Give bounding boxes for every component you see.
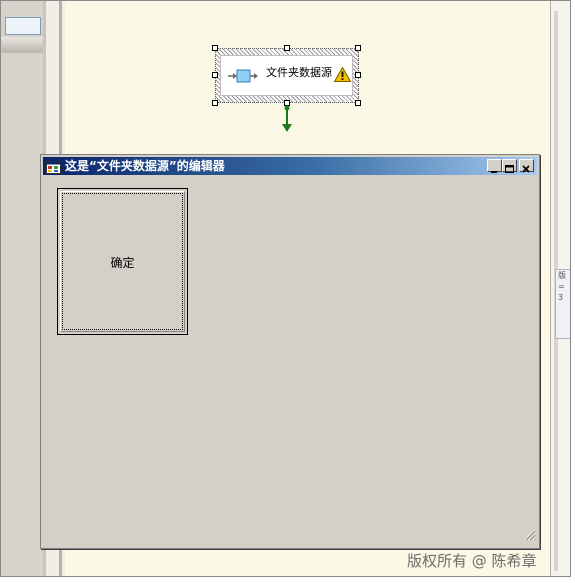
resize-handle[interactable] <box>212 100 218 106</box>
folder-data-source-component[interactable]: 文件夹数据源 <box>220 55 353 96</box>
data-source-icon <box>228 68 258 88</box>
window-app-icon <box>46 159 61 178</box>
resize-handle[interactable] <box>355 72 361 78</box>
resize-handle[interactable] <box>212 72 218 78</box>
editor-title: 这是“文件夹数据源”的编辑器 <box>65 159 225 173</box>
resize-handle[interactable] <box>284 45 290 51</box>
resize-handle[interactable] <box>355 45 361 51</box>
ok-button[interactable]: 确定 <box>57 188 188 335</box>
editor-titlebar[interactable]: 这是“文件夹数据源”的编辑器 <box>43 157 537 175</box>
panel-peek-line: 版 <box>558 271 566 280</box>
warning-icon[interactable] <box>333 66 352 86</box>
panel-peek-line: = <box>558 282 565 291</box>
left-pane-field[interactable] <box>5 17 41 35</box>
editor-window: 这是“文件夹数据源”的编辑器 确定 <box>40 154 540 549</box>
copyright-watermark: 版权所有 @ 陈希章 <box>407 552 537 570</box>
resize-grip-icon[interactable] <box>524 526 536 545</box>
maximize-button[interactable] <box>502 159 517 173</box>
ok-button-label: 确定 <box>110 256 135 270</box>
component-label: 文件夹数据源 <box>266 66 332 79</box>
resize-handle[interactable] <box>355 100 361 106</box>
designer-window: 版 = 3 文件夹数据源 这是“文件夹数据源”的编辑器 确定 版权所有 @ 陈希… <box>0 0 571 577</box>
data-path-connector[interactable] <box>281 105 293 137</box>
maximize-icon <box>505 165 514 173</box>
properties-panel-peek: 版 = 3 <box>555 269 570 339</box>
minimize-button[interactable] <box>487 159 502 173</box>
minimize-icon <box>491 171 497 173</box>
left-pane-header <box>1 37 43 53</box>
close-button[interactable] <box>519 159 534 173</box>
panel-peek-line: 3 <box>558 293 564 302</box>
close-icon <box>522 165 530 173</box>
resize-handle[interactable] <box>212 45 218 51</box>
left-pane <box>1 1 43 576</box>
